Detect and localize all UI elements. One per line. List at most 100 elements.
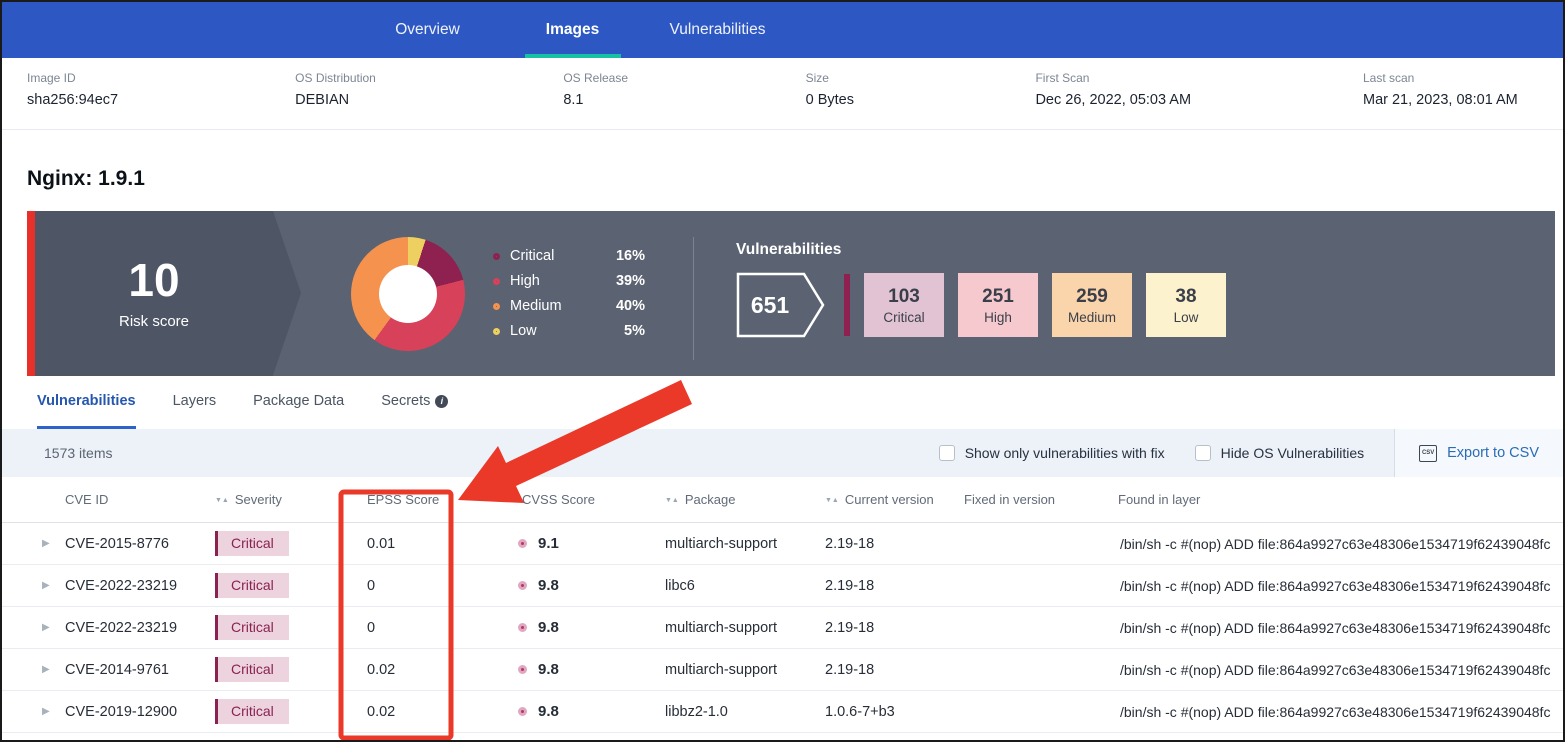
col-current-version[interactable]: ▼▲Current version (813, 492, 953, 507)
hide-os-vulnerabilities-checkbox[interactable] (1195, 445, 1211, 461)
epss-score-cell: 0 (353, 620, 508, 636)
expand-row-icon[interactable]: ▶ (32, 664, 58, 675)
col-label: Severity (235, 492, 282, 507)
package-cell: libc6 (653, 578, 813, 594)
col-label: CVSS Score (522, 492, 595, 507)
cve-id-cell: CVE-2019-12900 (58, 704, 208, 720)
col-label: Fixed in version (964, 492, 1055, 507)
show-only-fix-checkbox[interactable] (939, 445, 955, 461)
risk-score-arrow-shape (273, 211, 301, 375)
card-count: 251 (982, 286, 1014, 308)
cvss-severity-dot (518, 707, 527, 716)
legend-label: High (510, 273, 540, 289)
severity-badge: Critical (215, 531, 289, 556)
severity-badge: Critical (215, 699, 289, 724)
table-row[interactable]: ▶ CVE-2019-12900 Critical 0.02 9.8 libbz… (2, 691, 1563, 733)
cvss-score-cell: 9.8 (508, 661, 653, 678)
table-row[interactable]: ▶ CVE-2014-9761 Critical 0.02 9.8 multia… (2, 649, 1563, 691)
found-in-layer-cell: /bin/sh -c #(nop) ADD file:864a9927c63e4… (1108, 620, 1563, 636)
nav-tab-vulnerabilities[interactable]: Vulnerabilities (645, 2, 790, 58)
epss-score-cell: 0 (353, 578, 508, 594)
legend-dot (493, 303, 500, 310)
risk-score-label: Risk score (119, 313, 189, 330)
sort-icon[interactable]: ▼▲ (215, 497, 229, 504)
meta-value: 0 Bytes (806, 92, 1036, 108)
col-severity[interactable]: ▼▲ Severity (208, 492, 353, 507)
current-version-cell: 2.19-18 (813, 662, 953, 678)
legend-label: Low (510, 323, 537, 339)
severity-card-critical[interactable]: 103 Critical (864, 273, 944, 337)
expand-row-icon[interactable]: ▶ (32, 706, 58, 717)
tab-layers[interactable]: Layers (173, 376, 217, 429)
meta-field-os-release: OS Release 8.1 (563, 71, 805, 129)
export-to-csv-label: Export to CSV (1447, 445, 1539, 461)
expand-row-icon[interactable]: ▶ (32, 538, 58, 549)
table-row[interactable]: ▶ CVE-2015-8776 Critical 0.01 9.1 multia… (2, 523, 1563, 565)
severity-cell: Critical (208, 573, 353, 598)
package-cell: multiarch-support (653, 620, 813, 636)
risk-accent-bar (27, 211, 35, 376)
meta-value: Mar 21, 2023, 08:01 AM (1363, 92, 1563, 108)
tab-secrets[interactable]: Secrets i (381, 376, 448, 429)
panel-divider (693, 237, 694, 360)
nav-tab-images[interactable]: Images (500, 2, 645, 58)
card-count: 259 (1076, 286, 1108, 308)
severity-badge: Critical (215, 615, 289, 640)
meta-field-image-id: Image ID sha256:94ec7 (27, 71, 295, 129)
legend-label: Medium (510, 298, 562, 314)
found-in-layer-cell: /bin/sh -c #(nop) ADD file:864a9927c63e4… (1108, 578, 1563, 594)
table-row[interactable]: ▶ CVE-2022-23219 Critical 0 9.8 libc6 2.… (2, 565, 1563, 607)
severity-badge: Critical (215, 573, 289, 598)
meta-label: Size (806, 71, 1036, 85)
meta-label: OS Release (563, 71, 805, 85)
card-count: 103 (888, 286, 920, 308)
legend-percent: 5% (624, 323, 645, 339)
severity-card-high[interactable]: 251 High (958, 273, 1038, 337)
meta-field-last-scan: Last scan Mar 21, 2023, 08:01 AM (1363, 71, 1563, 129)
current-version-cell: 2.19-18 (813, 620, 953, 636)
legend-item-low: Low 5% (493, 323, 645, 339)
meta-value: sha256:94ec7 (27, 92, 295, 108)
col-package[interactable]: ▼▲ Package (653, 492, 813, 507)
table-row[interactable]: ▶ CVE-2022-23219 Critical 0 9.8 multiarc… (2, 607, 1563, 649)
sort-icon[interactable]: ▼▲ (665, 497, 679, 504)
expand-row-icon[interactable]: ▶ (32, 580, 58, 591)
nav-tab-overview[interactable]: Overview (355, 2, 500, 58)
tab-vulnerabilities[interactable]: Vulnerabilities (37, 376, 136, 429)
current-version-cell: 1.0.6-7+b3 (813, 704, 953, 720)
found-in-layer-cell: /bin/sh -c #(nop) ADD file:864a9927c63e4… (1108, 536, 1563, 552)
legend-item-high: High 39% (493, 273, 645, 289)
tab-package-data[interactable]: Package Data (253, 376, 344, 429)
col-cve-id: CVE ID (58, 492, 208, 507)
cvss-severity-dot (518, 581, 527, 590)
active-tab-underline (525, 54, 621, 58)
vulnerability-table-header: CVE ID ▼▲Severity EPSS Score CVSS Score … (2, 477, 1563, 523)
legend-dot (493, 328, 500, 335)
current-version-cell: 2.19-18 (813, 536, 953, 552)
found-in-layer-cell: /bin/sh -c #(nop) ADD file:864a9927c63e4… (1108, 704, 1563, 720)
tab-label: Secrets (381, 393, 430, 409)
col-label: Package (685, 492, 736, 507)
items-count: 1573 items (44, 445, 112, 461)
risk-score-value: 10 (128, 257, 179, 303)
top-nav: Overview Images Vulnerabilities (2, 2, 1563, 58)
package-cell: multiarch-support (653, 662, 813, 678)
severity-card-medium[interactable]: 259 Medium (1052, 273, 1132, 337)
meta-label: Image ID (27, 71, 295, 85)
col-label: EPSS Score (367, 492, 439, 507)
severity-cell: Critical (208, 699, 353, 724)
cvss-score-cell: 9.8 (508, 703, 653, 720)
legend-item-critical: Critical 16% (493, 248, 645, 264)
export-to-csv-button[interactable]: CSV Export to CSV (1394, 429, 1563, 477)
severity-cell: Critical (208, 615, 353, 640)
meta-value: Dec 26, 2022, 05:03 AM (1035, 92, 1363, 108)
col-label: Found in layer (1118, 492, 1200, 507)
current-version-cell: 2.19-18 (813, 578, 953, 594)
severity-card-low[interactable]: 38 Low (1146, 273, 1226, 337)
expand-row-icon[interactable]: ▶ (32, 622, 58, 633)
legend-percent: 39% (616, 273, 645, 289)
package-cell: libbz2-1.0 (653, 704, 813, 720)
sort-icon[interactable]: ▼▲ (825, 497, 839, 504)
cve-id-cell: CVE-2022-23219 (58, 578, 208, 594)
meta-field-os-distribution: OS Distribution DEBIAN (295, 71, 563, 129)
